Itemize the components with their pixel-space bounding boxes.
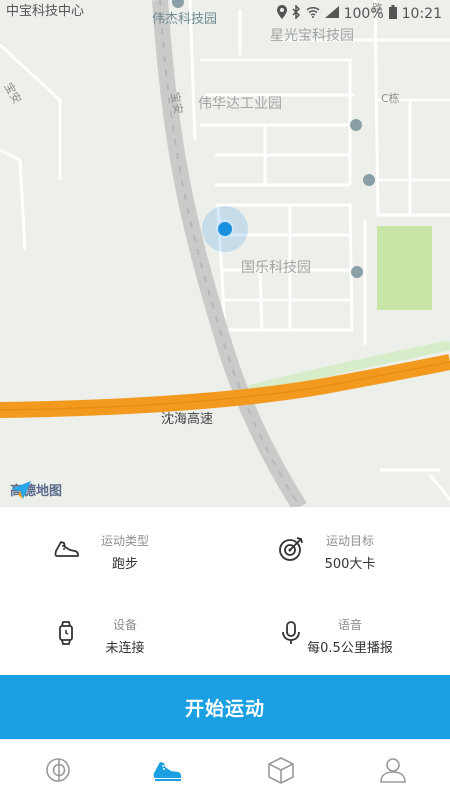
sport-type-label: 运动类型 [100, 534, 149, 548]
map-label-weihuada: 伟华达工业园 [198, 96, 282, 112]
battery-percent: 100% [343, 6, 384, 22]
park-area [377, 226, 432, 310]
map-label-xingguangbao: 星光宝科技园 [270, 28, 354, 44]
map-label-guole: 国乐科技园 [241, 260, 311, 276]
bottom-tab-bar [0, 739, 450, 801]
map-label-shenhai: 沈海高速 [161, 412, 214, 427]
amap-logo-icon [11, 481, 31, 499]
tab-equipment[interactable] [265, 754, 297, 786]
status-icons: 100% 10:21 [276, 4, 442, 23]
railway-track [159, 0, 301, 507]
status-left-text: 中宝科技中心 [6, 4, 85, 19]
current-location-marker [202, 206, 248, 252]
device-label: 设备 [112, 618, 137, 632]
profile-icon [380, 758, 406, 783]
map-view[interactable]: 伟杰科技园 星光宝科技园 伟华达工业园 C栋 国乐科技园 沈海高速 宝安 宝安 … [0, 0, 450, 507]
status-bar: 中宝科技中心 100% 10:21 [0, 0, 450, 26]
sport-goal-setting[interactable]: 运动目标 500大卡 [225, 507, 450, 591]
tab-workout[interactable] [151, 754, 183, 786]
workout-settings: 运动类型 跑步 运动目标 500大卡 设备 未连接 语音 每0.5公里播报 [0, 507, 450, 675]
voice-setting[interactable]: 语音 每0.5公里播报 [225, 591, 450, 675]
map-canvas [0, 0, 450, 507]
sport-goal-value: 500大卡 [324, 557, 376, 572]
map-label-c-building: C栋 [381, 92, 400, 105]
railway [152, 0, 307, 507]
signal-icon [324, 6, 339, 22]
sport-type-setting[interactable]: 运动类型 跑步 [0, 507, 225, 591]
sport-type-value: 跑步 [111, 557, 138, 572]
clock-time: 10:21 [401, 6, 442, 22]
amap-logo: 高德地图 [10, 480, 62, 499]
wifi-icon [306, 6, 320, 22]
running-shoe-icon [153, 762, 181, 781]
tab-profile[interactable] [377, 754, 409, 786]
bluetooth-icon [292, 4, 301, 23]
voice-value: 每0.5公里播报 [307, 641, 393, 656]
device-setting[interactable]: 设备 未连接 [0, 591, 225, 675]
tab-activity[interactable] [42, 754, 74, 786]
battery-icon [388, 5, 397, 23]
start-workout-button[interactable]: 开始运动 [0, 675, 450, 739]
location-icon [276, 5, 287, 23]
device-value: 未连接 [105, 641, 145, 656]
sport-goal-label: 运动目标 [325, 534, 374, 548]
activity-icon [46, 758, 70, 782]
voice-label: 语音 [337, 618, 362, 632]
box-icon [268, 757, 294, 784]
